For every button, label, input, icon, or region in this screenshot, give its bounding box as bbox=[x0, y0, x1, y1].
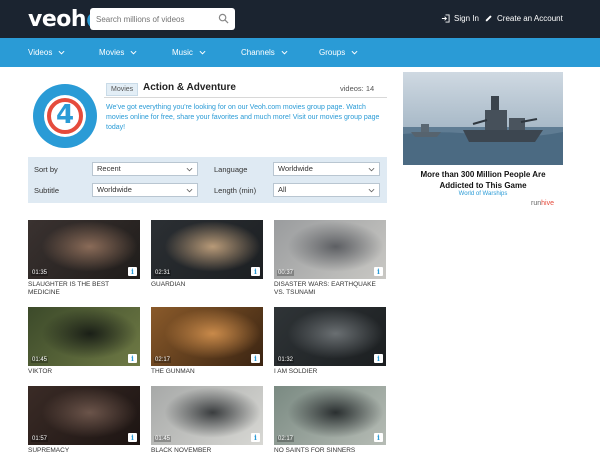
chevron-down-icon bbox=[58, 50, 65, 55]
video-thumbnail[interactable]: 02:17 i bbox=[274, 386, 386, 445]
warship-illustration bbox=[403, 72, 563, 165]
filter-panel: Sort by Recent Language Worldwide Subtit… bbox=[28, 157, 387, 203]
video-thumbnail[interactable]: 01:45 i bbox=[28, 307, 140, 366]
language-select[interactable]: Worldwide bbox=[273, 162, 380, 176]
video-title[interactable]: I AM SOLDIER bbox=[274, 368, 388, 376]
nav-item-videos[interactable]: Videos bbox=[28, 48, 65, 57]
video-duration: 02:17 bbox=[277, 436, 295, 442]
video-duration: 01:45 bbox=[31, 357, 49, 363]
ad-brand-right: hive bbox=[541, 200, 554, 207]
group-description: We've got everything you're looking for … bbox=[106, 104, 380, 131]
search-input[interactable] bbox=[96, 11, 214, 27]
search-box[interactable] bbox=[90, 8, 235, 30]
info-icon[interactable]: i bbox=[374, 354, 383, 363]
info-icon[interactable]: i bbox=[251, 354, 260, 363]
video-thumbnail[interactable]: 00:37 i bbox=[274, 220, 386, 279]
chevron-down-icon bbox=[281, 50, 288, 55]
video-thumbnail[interactable]: 01:32 i bbox=[274, 307, 386, 366]
divider bbox=[104, 97, 387, 98]
chevron-down-icon bbox=[199, 50, 206, 55]
info-icon[interactable]: i bbox=[128, 433, 137, 442]
language-label: Language bbox=[214, 165, 248, 174]
video-title[interactable]: SUPREMACY bbox=[28, 447, 142, 455]
group-logo: 4 bbox=[33, 84, 97, 148]
sort-by-select[interactable]: Recent bbox=[92, 162, 198, 176]
video-thumbnail[interactable]: 01:57 i bbox=[28, 386, 140, 445]
video-title[interactable]: BLACK NOVEMBER bbox=[151, 447, 265, 455]
length-label: Length (min) bbox=[214, 186, 257, 195]
group-title: Action & Adventure bbox=[143, 82, 236, 93]
ad-brand-logo[interactable]: runhive bbox=[531, 200, 554, 207]
sign-in-icon bbox=[441, 14, 450, 23]
main-nav: Videos Movies Music Channels Groups bbox=[0, 38, 600, 67]
video-title[interactable]: GUARDIAN bbox=[151, 281, 265, 289]
create-account-link[interactable]: Create an Account bbox=[484, 14, 563, 23]
nav-item-channels[interactable]: Channels bbox=[241, 48, 288, 57]
info-icon[interactable]: i bbox=[128, 354, 137, 363]
length-value: All bbox=[278, 185, 287, 194]
videos-count: videos: 14 bbox=[340, 84, 375, 93]
video-thumbnail[interactable]: 02:31 i bbox=[151, 220, 263, 279]
nav-label: Movies bbox=[99, 48, 125, 57]
video-duration: 01:45 bbox=[154, 436, 172, 442]
video-duration: 00:37 bbox=[277, 270, 295, 276]
nav-item-movies[interactable]: Movies bbox=[99, 48, 137, 57]
video-duration: 01:35 bbox=[31, 270, 49, 276]
video-title[interactable]: NO SAINTS FOR SINNERS bbox=[274, 447, 388, 455]
info-icon[interactable]: i bbox=[128, 267, 137, 276]
video-title[interactable]: THE GUNMAN bbox=[151, 368, 265, 376]
nav-label: Groups bbox=[319, 48, 346, 57]
sort-by-value: Recent bbox=[97, 164, 121, 173]
nav-label: Channels bbox=[241, 48, 275, 57]
ad-brand-left: run bbox=[531, 200, 542, 207]
length-select[interactable]: All bbox=[273, 183, 380, 197]
info-icon[interactable]: i bbox=[374, 267, 383, 276]
category-tag[interactable]: Movies bbox=[106, 83, 139, 96]
chevron-down-icon bbox=[186, 188, 193, 193]
pencil-icon bbox=[485, 15, 492, 22]
chevron-down-icon bbox=[368, 188, 375, 193]
chevron-down-icon bbox=[186, 167, 193, 172]
nav-label: Videos bbox=[28, 48, 53, 57]
video-duration: 02:31 bbox=[154, 270, 172, 276]
video-thumbnail[interactable]: 01:45 i bbox=[151, 386, 263, 445]
sign-in-label: Sign In bbox=[454, 14, 479, 23]
ad-headline[interactable]: More than 300 Million People Are Addicte… bbox=[408, 169, 558, 191]
video-title[interactable]: SLAUGHTER IS THE BEST MEDICINE bbox=[28, 281, 142, 297]
nav-item-groups[interactable]: Groups bbox=[319, 48, 358, 57]
video-title[interactable]: VIKTOR bbox=[28, 368, 142, 376]
subtitle-label: Subtitle bbox=[34, 186, 60, 195]
subtitle-value: Worldwide bbox=[97, 185, 132, 194]
info-icon[interactable]: i bbox=[374, 433, 383, 442]
sort-by-label: Sort by bbox=[34, 165, 58, 174]
info-icon[interactable]: i bbox=[251, 433, 260, 442]
sign-in-link[interactable]: Sign In bbox=[441, 14, 479, 23]
nav-item-music[interactable]: Music bbox=[172, 48, 206, 57]
chevron-down-icon bbox=[130, 50, 137, 55]
group-logo-number: 4 bbox=[55, 100, 75, 130]
video-duration: 01:57 bbox=[31, 436, 49, 442]
ad-sponsor[interactable]: World of Warships bbox=[408, 191, 558, 197]
search-icon[interactable] bbox=[218, 13, 229, 24]
create-account-label: Create an Account bbox=[497, 14, 563, 23]
chevron-down-icon bbox=[351, 50, 358, 55]
video-thumbnail[interactable]: 01:35 i bbox=[28, 220, 140, 279]
video-thumbnail[interactable]: 02:17 i bbox=[151, 307, 263, 366]
language-value: Worldwide bbox=[278, 164, 313, 173]
video-duration: 01:32 bbox=[277, 357, 295, 363]
info-icon[interactable]: i bbox=[251, 267, 260, 276]
chevron-down-icon bbox=[368, 167, 375, 172]
video-title[interactable]: DISASTER WARS: EARTHQUAKE VS. TSUNAMI bbox=[274, 281, 388, 297]
top-header: veoh● Sign In Create an Account bbox=[0, 0, 600, 38]
subtitle-select[interactable]: Worldwide bbox=[92, 183, 198, 197]
video-duration: 02:17 bbox=[154, 357, 172, 363]
nav-label: Music bbox=[172, 48, 193, 57]
ad-image[interactable] bbox=[403, 72, 563, 165]
